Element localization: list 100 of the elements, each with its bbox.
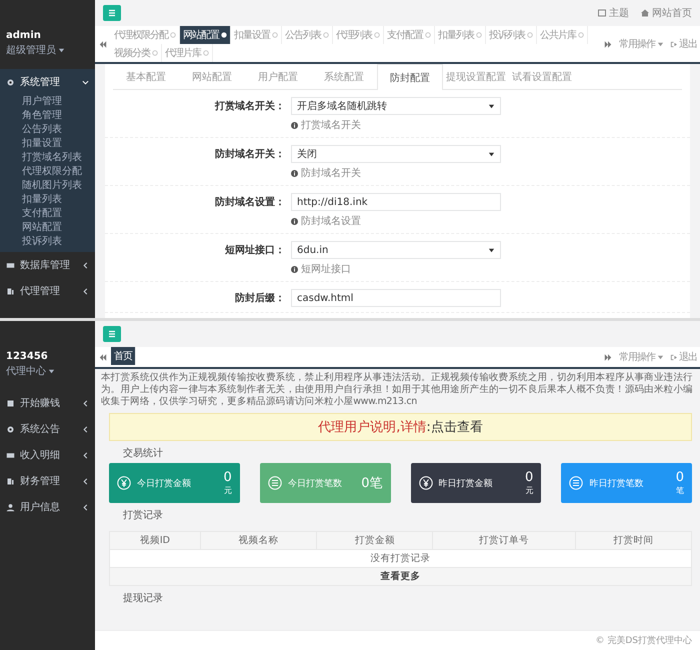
column-header: 视频名称	[200, 532, 317, 550]
stat-unit: 笔	[676, 485, 684, 496]
field-label: 短网址接口：	[224, 244, 285, 257]
user-name: admin	[6, 30, 42, 41]
tab[interactable]: 视频分类	[111, 44, 162, 62]
field-hint: 防封域名开关	[301, 166, 361, 180]
empty-message: 没有打赏记录	[110, 550, 692, 568]
column-header: 打赏订单号	[432, 532, 576, 550]
field-label: 防封域名设置：	[214, 196, 285, 209]
field-hint: 打赏域名开关	[301, 118, 361, 132]
tab[interactable]: 扣量列表	[435, 26, 486, 44]
submenu-item[interactable]: 随机图片列表	[0, 179, 95, 193]
input-field[interactable]: casdw.html	[291, 289, 501, 307]
sub-tab[interactable]: 用户配置	[245, 64, 311, 89]
caret-icon	[488, 150, 495, 158]
stat-value: 0笔	[361, 475, 382, 492]
section-title: 提现记录	[123, 592, 164, 605]
field-hint: 防封域名设置	[301, 214, 361, 228]
select-field[interactable]: 开启多域名随机跳转	[291, 97, 501, 115]
submenu-item[interactable]: 用户管理	[0, 95, 95, 109]
column-header: 打赏时间	[575, 532, 692, 550]
role-dropdown[interactable]: 代理中心	[6, 364, 89, 378]
info-icon	[291, 170, 298, 176]
list-icon	[569, 476, 584, 490]
header-link[interactable]: 网站首页	[641, 6, 692, 20]
role-dropdown[interactable]: 超级管理员	[6, 43, 89, 57]
submenu-item[interactable]: 网站配置	[0, 221, 95, 235]
tab[interactable]: 投诉列表	[486, 26, 537, 44]
submenu-item[interactable]: 投诉列表	[0, 235, 95, 249]
menu-item[interactable]: 数据库管理	[0, 252, 95, 278]
info-icon	[291, 266, 298, 272]
tab[interactable]: 扣量设置	[231, 26, 282, 44]
tab[interactable]: 首页	[111, 347, 136, 365]
tab[interactable]: 公告列表	[282, 26, 333, 44]
menu-item[interactable]: 用户信息	[0, 494, 95, 520]
field-label: 打赏域名开关：	[214, 100, 285, 113]
info-icon	[291, 218, 298, 224]
caret-icon	[657, 354, 664, 360]
square-icon	[598, 9, 606, 17]
sub-tab[interactable]: 防封配置	[377, 64, 443, 90]
list-icon	[268, 476, 282, 490]
menu-button[interactable]	[103, 5, 121, 21]
sub-tab[interactable]: 系统配置	[311, 64, 377, 89]
submenu-item[interactable]: 扣量设置	[0, 137, 95, 151]
field-label: 防封后缀：	[234, 292, 285, 305]
stat-unit: 元	[224, 485, 232, 496]
tab[interactable]: 公共片库	[537, 26, 588, 44]
field-label: 防封域名开关：	[214, 148, 285, 161]
submenu-item[interactable]: 公告列表	[0, 123, 95, 137]
sub-tab[interactable]: 提现设置配置	[443, 64, 509, 89]
submenu-item[interactable]: 支付配置	[0, 207, 95, 221]
menu-item[interactable]: 收入明细	[0, 442, 95, 468]
menu-button[interactable]	[103, 326, 121, 342]
notice-text: 本打赏系统仅供作为正规视频传输按收费系统，禁止利用程序从事违法活动。正规视频传输收费系统之用，切勿利用本程序从事商业违法行为。用户上传内容一律与本系统制作者无关，由使用用户自行承担！如用于其他用途所产生的一切不良后果本人概不负责！源码由米粒小编收集于网络，仅供学习研究，更多精品源码请访问米粒小屋www.m213.cn	[101, 372, 694, 408]
menu-item[interactable]: 财务管理	[0, 468, 95, 494]
tab[interactable]: 网站配置	[180, 26, 231, 44]
field-hint: 短网址接口	[301, 262, 351, 276]
tab[interactable]: 代理片库	[162, 44, 213, 62]
exit-icon	[670, 40, 677, 48]
user-name: 123456	[6, 351, 49, 362]
yen-icon	[117, 476, 131, 490]
sub-tab[interactable]: 试看设置配置	[509, 64, 575, 89]
stat-value: 0	[524, 470, 534, 485]
menu-item[interactable]: 代理管理	[0, 278, 95, 304]
stat-value: 0	[223, 470, 232, 485]
submenu-item[interactable]: 扣量列表	[0, 193, 95, 207]
menu-item[interactable]: 系统管理	[0, 69, 95, 95]
footer-text: © 完美DS打赏代理中心	[595, 636, 692, 646]
home-icon	[641, 9, 649, 17]
info-banner: 代理用户说明,详情:点击查看	[109, 413, 692, 441]
menu-item[interactable]: 系统公告	[0, 416, 95, 442]
more-button[interactable]: 查看更多	[110, 568, 692, 586]
yen-icon	[418, 476, 432, 490]
input-field[interactable]: http://di18.ink	[291, 193, 501, 211]
select-field[interactable]: 6du.in	[291, 241, 501, 259]
caret-icon	[48, 368, 55, 374]
select-field[interactable]: 关闭	[291, 145, 501, 163]
submenu-item[interactable]: 角色管理	[0, 109, 95, 123]
menu-item[interactable]: 开始赚钱	[0, 390, 95, 416]
caret-icon	[657, 40, 664, 48]
sub-tab[interactable]: 网站配置	[179, 64, 245, 89]
section-title: 打赏记录	[123, 508, 164, 522]
double-left-icon	[99, 354, 107, 360]
column-header: 视频ID	[110, 532, 200, 550]
section-title: 交易统计	[123, 446, 164, 460]
double-left-icon	[99, 40, 107, 48]
sub-tab[interactable]: 基本配置	[113, 64, 179, 89]
tab[interactable]: 代理权限分配	[111, 26, 180, 44]
column-header: 打赏金额	[316, 532, 433, 550]
submenu-item[interactable]: 打赏域名列表	[0, 151, 95, 165]
stat-label: 今日打赏金额	[137, 478, 192, 490]
details-link[interactable]: :点击查看	[426, 420, 483, 435]
double-right-icon	[604, 354, 612, 360]
tab[interactable]: 代理列表	[333, 26, 384, 44]
header-link[interactable]: 主题	[598, 6, 629, 20]
submenu-item[interactable]: 代理权限分配	[0, 165, 95, 179]
stat-label: 昨日打赏金额	[438, 478, 494, 490]
stat-value: 0	[676, 470, 684, 485]
tab[interactable]: 支付配置	[384, 26, 435, 44]
caret-icon	[58, 46, 65, 54]
